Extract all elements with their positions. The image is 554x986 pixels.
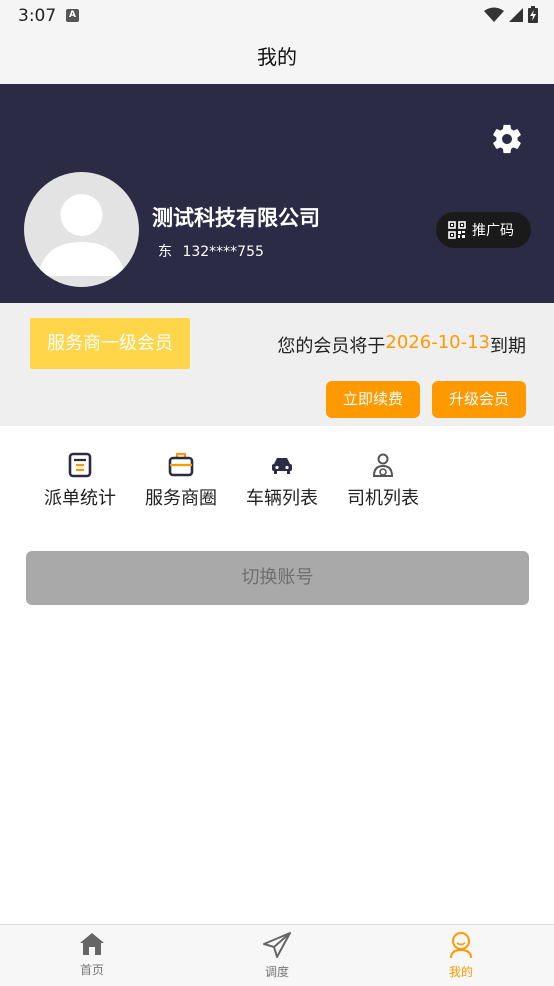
nav-item-dispatch[interactable]: 调度 [237,931,317,980]
default-avatar-icon [38,194,125,276]
switch-account-button[interactable]: 切换账号 [26,551,529,605]
profile-header: 测试科技有限公司 东 132****755 推广码 [0,84,554,303]
signal-icon [509,7,523,22]
nav-label-mine: 我的 [448,965,473,979]
phone-line: 东 132****755 [158,241,264,261]
menu-label-service-circle: 服务商圈 [145,488,217,509]
expiry-suffix: 到期 [490,336,526,357]
function-menu: 派单统计 服务商圈 车辆列表 司机列表 [0,452,554,512]
qr-code-button[interactable]: 推广码 [436,212,531,248]
expiry-date: 2026-10-13 [385,332,490,353]
document-icon [68,452,92,478]
member-level-badge: 服务商一级会员 [30,318,190,369]
phone-number: 132****755 [182,244,264,260]
qr-code-label: 推广码 [472,223,514,239]
menu-item-service-circle[interactable]: 服务商圈 [131,452,231,510]
menu-item-dispatch-stats[interactable]: 派单统计 [30,452,130,510]
wifi-icon [484,7,504,22]
battery-icon [528,6,538,23]
avatar[interactable] [24,172,139,287]
renew-button[interactable]: 立即续费 [326,381,420,418]
nav-item-home[interactable]: 首页 [52,931,132,978]
car-icon [272,458,292,474]
menu-label-dispatch-stats: 派单统计 [44,488,116,509]
nav-label-dispatch: 调度 [264,965,289,979]
home-icon [80,933,104,955]
name-prefix: 东 [158,244,172,260]
qr-code-icon [448,221,466,239]
menu-label-driver-list: 司机列表 [347,488,419,509]
gear-icon[interactable] [490,122,524,156]
notification-a-icon: A [66,9,79,22]
membership-section: 服务商一级会员 您的会员将于 2026-10-13 到期 立即续费 升级会员 [0,303,554,426]
briefcase-icon [168,452,194,477]
upgrade-button[interactable]: 升级会员 [432,381,526,418]
membership-expiry: 您的会员将于 2026-10-13 到期 [277,332,526,358]
page-title: 我的 [0,30,554,84]
menu-item-driver-list[interactable]: 司机列表 [333,452,433,510]
nav-item-mine[interactable]: 我的 [421,931,501,980]
driver-icon [372,453,394,477]
menu-item-vehicle-list[interactable]: 车辆列表 [232,452,332,510]
user-icon [450,932,472,959]
status-indicators [484,6,538,23]
expiry-prefix: 您的会员将于 [277,336,386,357]
bottom-nav: 首页 调度 我的 [0,924,554,986]
nav-label-home: 首页 [79,963,104,977]
company-name: 测试科技有限公司 [152,206,320,230]
status-bar: 3:07 A [0,0,554,30]
status-time: 3:07 [18,6,57,26]
paper-plane-icon [263,932,291,958]
menu-label-vehicle-list: 车辆列表 [246,488,318,509]
